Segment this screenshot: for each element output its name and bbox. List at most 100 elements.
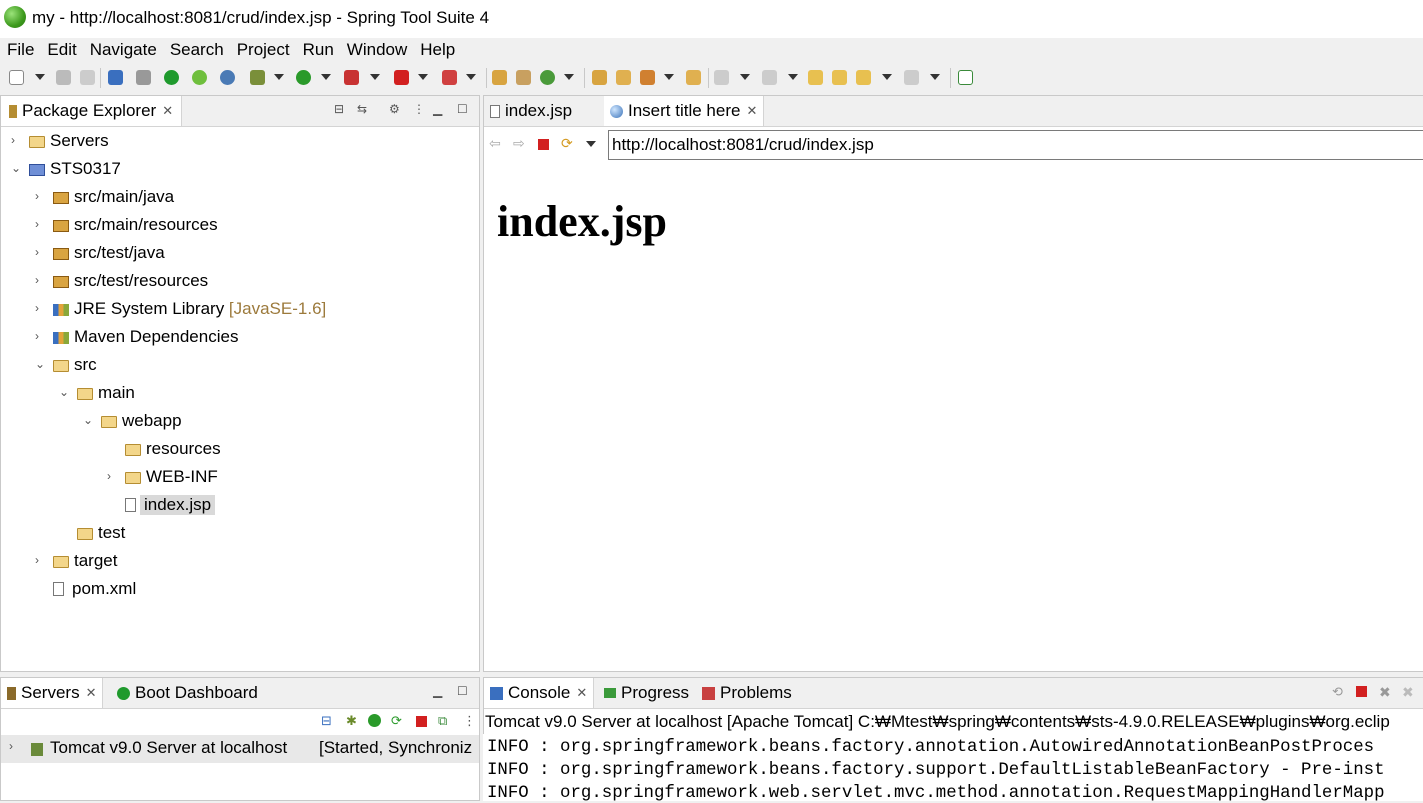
external-tools-dropdown-icon[interactable] <box>370 74 380 80</box>
search-dropdown-icon[interactable] <box>664 74 674 80</box>
new-class-icon[interactable] <box>540 70 555 85</box>
chevron-right-icon[interactable]: › <box>35 245 39 259</box>
open-task-icon[interactable] <box>686 70 701 85</box>
tab-servers[interactable]: Servers ✕ <box>1 678 104 708</box>
spring-icon[interactable] <box>192 70 207 85</box>
forward-icon[interactable] <box>904 70 919 85</box>
previous-annotation-icon[interactable] <box>762 70 777 85</box>
remove-all-icon[interactable]: ✖ <box>1402 684 1414 701</box>
run-icon[interactable] <box>296 70 311 85</box>
globe-icon[interactable] <box>220 70 235 85</box>
new-java-project-icon[interactable] <box>492 70 507 85</box>
stop-icon[interactable] <box>416 716 427 727</box>
chevron-right-icon[interactable]: › <box>35 329 39 343</box>
close-icon[interactable]: ✕ <box>86 685 97 701</box>
menu-search[interactable]: Search <box>163 38 230 64</box>
chevron-down-icon[interactable]: ⌄ <box>35 357 45 371</box>
new-class-dropdown-icon[interactable] <box>564 74 574 80</box>
close-icon[interactable]: ✕ <box>162 103 173 119</box>
launch-icon[interactable] <box>442 70 457 85</box>
tree-item[interactable]: ⌄ main <box>59 380 135 406</box>
stop-icon[interactable] <box>538 139 549 150</box>
new-icon[interactable] <box>9 70 24 85</box>
last-edit-location-icon[interactable] <box>808 70 823 85</box>
tab-console[interactable]: Console ✕ <box>484 678 595 708</box>
chevron-right-icon[interactable]: › <box>35 273 39 287</box>
tree-item[interactable]: ⌄ STS0317 <box>11 156 121 182</box>
menu-window[interactable]: Window <box>340 38 413 64</box>
tree-item[interactable]: index.jsp <box>125 492 216 518</box>
skip-breakpoints-icon[interactable] <box>136 70 151 85</box>
refresh-dropdown-icon[interactable] <box>586 141 596 147</box>
run-dropdown-icon[interactable] <box>321 74 331 80</box>
profile-icon[interactable]: ⟳ <box>391 713 402 729</box>
expand-icon[interactable]: › <box>9 739 13 753</box>
forward-icon[interactable]: ⇨ <box>513 135 525 152</box>
tab-package-explorer[interactable]: Package Explorer ✕ <box>1 96 183 126</box>
tab-problems[interactable]: Problems <box>698 678 796 708</box>
tree-item[interactable]: resources <box>125 436 221 462</box>
tree-item[interactable]: ⌄ webapp <box>83 408 182 434</box>
menu-help[interactable]: Help <box>413 38 461 64</box>
menu-edit[interactable]: Edit <box>40 38 82 64</box>
chevron-right-icon[interactable]: › <box>35 553 39 567</box>
collapse-all-icon[interactable]: ⊟ <box>321 713 332 729</box>
external-tools-icon[interactable] <box>344 70 359 85</box>
search-icon[interactable] <box>640 70 655 85</box>
pin-icon[interactable]: ⟲ <box>1332 684 1343 700</box>
boot-dashboard-icon[interactable] <box>164 70 179 85</box>
forward-dropdown-icon[interactable] <box>930 74 940 80</box>
back-dropdown-icon[interactable] <box>882 74 892 80</box>
collapse-all-icon[interactable]: ⊟ <box>334 102 344 116</box>
open-type-icon[interactable] <box>592 70 607 85</box>
tree-item[interactable]: › src/main/resources <box>35 212 218 238</box>
stop-dropdown-icon[interactable] <box>418 74 428 80</box>
next-annotation-dropdown-icon[interactable] <box>740 74 750 80</box>
tree-item[interactable]: › Maven Dependencies <box>35 324 238 350</box>
next-annotation-icon[interactable] <box>714 70 729 85</box>
tree-item[interactable]: pom.xml <box>53 576 136 602</box>
new-dropdown-icon[interactable] <box>35 74 45 80</box>
new-package-icon[interactable] <box>516 70 531 85</box>
terminate-icon[interactable] <box>1356 686 1367 697</box>
tree-item[interactable]: › src/test/java <box>35 240 165 266</box>
address-bar[interactable]: http://localhost:8081/crud/index.jsp <box>608 130 1423 160</box>
menu-run[interactable]: Run <box>296 38 340 64</box>
minimize-icon[interactable]: ▁ <box>433 102 442 116</box>
close-icon[interactable]: ✕ <box>746 103 757 119</box>
save-icon[interactable] <box>56 70 71 85</box>
debug-dropdown-icon[interactable] <box>274 74 284 80</box>
tab-insert-title-here[interactable]: Insert title here ✕ <box>604 96 765 126</box>
chevron-down-icon[interactable]: ⌄ <box>59 385 69 399</box>
filter-icon[interactable]: ⚙ <box>389 102 400 116</box>
back-icon[interactable]: ⇦ <box>489 135 501 152</box>
launch-dropdown-icon[interactable] <box>466 74 476 80</box>
stop-icon[interactable] <box>394 70 409 85</box>
tree-item[interactable]: › src/test/resources <box>35 268 208 294</box>
menu-file[interactable]: File <box>0 38 40 64</box>
tab-progress[interactable]: Progress <box>600 678 693 708</box>
chevron-down-icon[interactable]: ⌄ <box>11 161 21 175</box>
chevron-right-icon[interactable]: › <box>35 301 39 315</box>
tree-item[interactable]: › WEB-INF <box>107 464 218 490</box>
open-perspective-icon[interactable] <box>958 70 973 85</box>
chevron-right-icon[interactable]: › <box>35 189 39 203</box>
tree-item[interactable]: › src/main/java <box>35 184 174 210</box>
start-icon[interactable] <box>368 714 381 727</box>
debug-icon[interactable]: ✱ <box>346 713 357 729</box>
chevron-right-icon[interactable]: › <box>107 469 111 483</box>
console-icon[interactable] <box>108 70 123 85</box>
publish-icon[interactable]: ⧉ <box>438 713 447 729</box>
save-all-icon[interactable] <box>80 70 95 85</box>
tab-boot-dashboard[interactable]: Boot Dashboard <box>113 678 262 708</box>
maximize-icon[interactable]: ☐ <box>457 684 468 698</box>
remove-launch-icon[interactable]: ✖ <box>1379 684 1391 701</box>
refresh-icon[interactable]: ⟳ <box>561 135 573 152</box>
menu-navigate[interactable]: Navigate <box>83 38 163 64</box>
close-icon[interactable]: ✕ <box>576 685 587 701</box>
tree-item[interactable]: › Servers <box>11 128 109 154</box>
previous-annotation-dropdown-icon[interactable] <box>788 74 798 80</box>
open-resource-icon[interactable] <box>616 70 631 85</box>
view-menu-icon[interactable]: ⋮ <box>463 713 476 729</box>
back-icon[interactable] <box>856 70 871 85</box>
